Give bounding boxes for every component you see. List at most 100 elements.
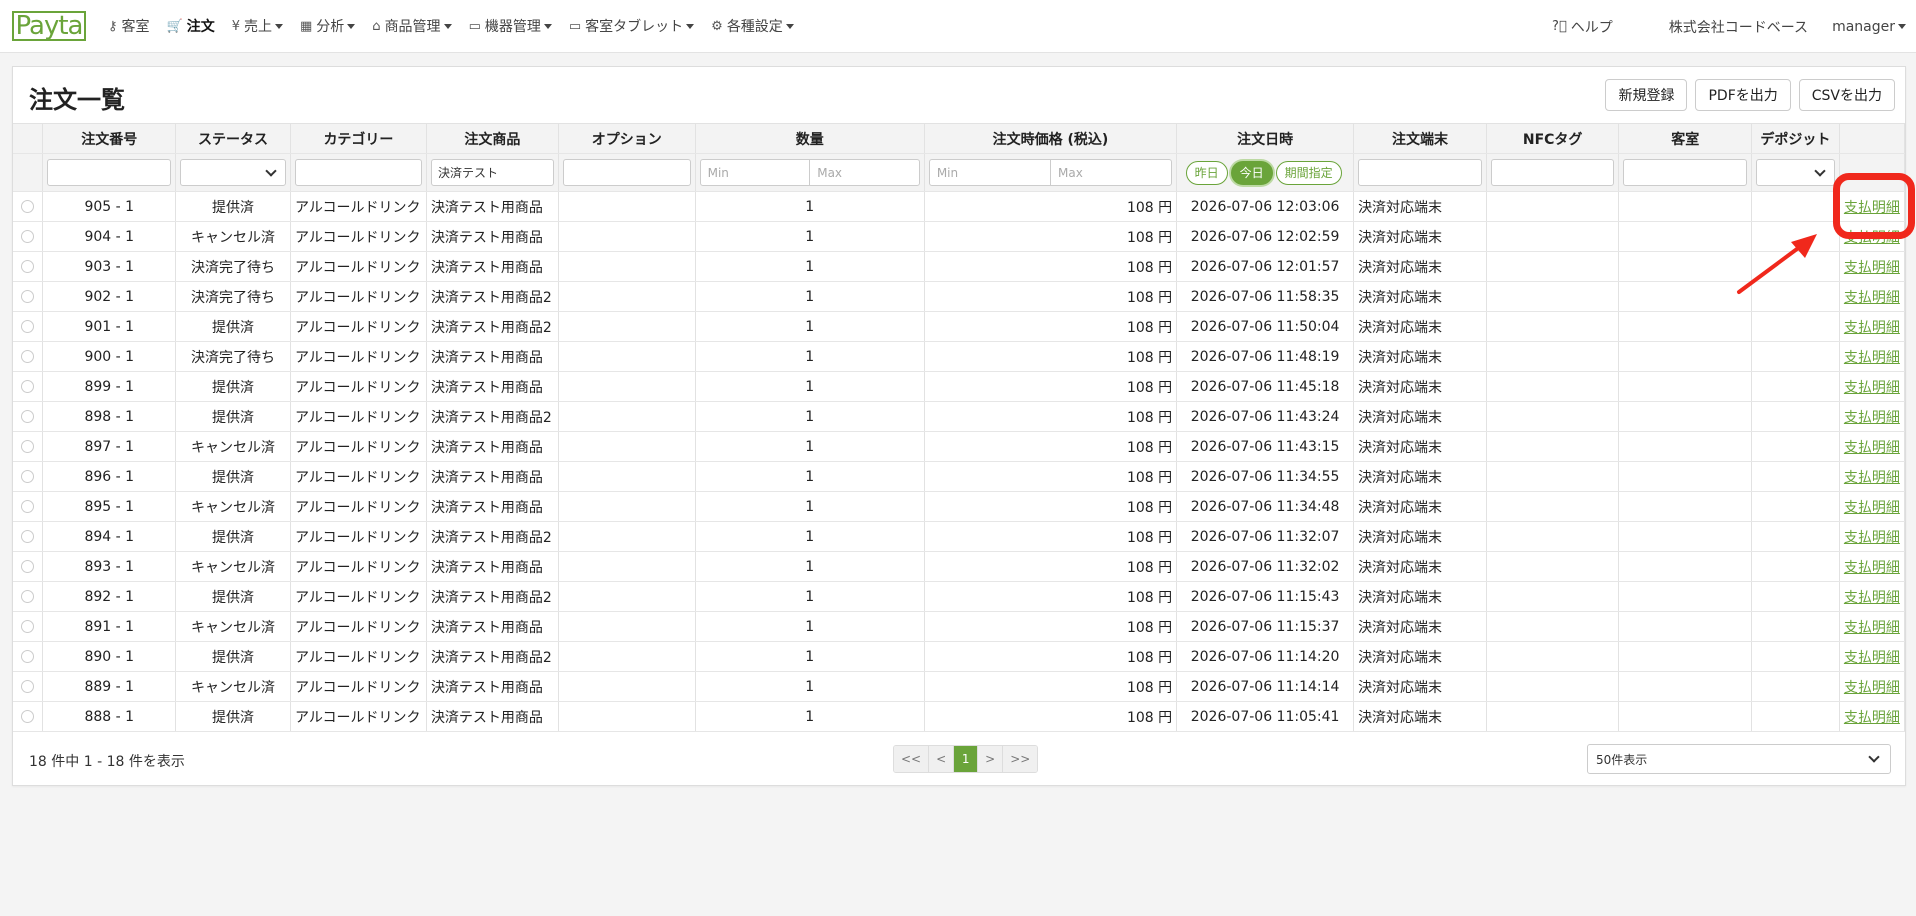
cell-no: 888 - 1 — [42, 701, 177, 732]
payment-detail-link[interactable]: 支払明細 — [1844, 260, 1900, 276]
price-range-filter[interactable]: Min Max — [928, 159, 1173, 186]
table-row[interactable]: 891 - 1 キャンセル済 アルコールドリンク 決済テスト用商品 1 108 円 2026… — [13, 611, 1906, 642]
nav-item-3[interactable]: ▦ 分析 — [300, 16, 356, 36]
payta-logo[interactable]: Payta — [12, 11, 86, 41]
payment-detail-link[interactable]: 支払明細 — [1844, 590, 1900, 606]
row-radio[interactable] — [21, 380, 35, 393]
row-radio[interactable] — [21, 410, 35, 423]
export-pdf-button[interactable]: PDFを出力 — [1695, 79, 1791, 111]
yesterday-pill[interactable]: 昨日 — [1185, 160, 1228, 185]
payment-detail-link[interactable]: 支払明細 — [1844, 500, 1900, 516]
payment-detail-link[interactable]: 支払明細 — [1844, 440, 1900, 456]
payment-detail-link[interactable]: 支払明細 — [1844, 320, 1900, 336]
nav-right: ?⃝ ヘルプ 株式会社コードベース manager — [1552, 0, 1916, 53]
payment-detail-link[interactable]: 支払明細 — [1844, 350, 1900, 366]
cell-term: 決済対応端末 — [1353, 431, 1487, 462]
row-radio[interactable] — [21, 500, 35, 513]
payment-detail-link[interactable]: 支払明細 — [1844, 380, 1900, 396]
table-row[interactable]: 892 - 1 提供済 アルコールドリンク 決済テスト用商品2 1 108 円 2026-0… — [13, 581, 1906, 612]
table-row[interactable]: 903 - 1 決済完了待ち アルコールドリンク 決済テスト用商品 1 108 円 2026… — [13, 251, 1906, 282]
export-csv-button[interactable]: CSVを出力 — [1798, 79, 1895, 111]
row-radio[interactable] — [21, 200, 35, 213]
price-min[interactable]: Min — [930, 160, 1050, 185]
today-pill[interactable]: 今日 — [1230, 160, 1273, 185]
cell-price: 108 円 — [924, 341, 1178, 372]
row-radio[interactable] — [21, 470, 35, 483]
cell-cat: アルコールドリンク — [290, 581, 427, 612]
payment-detail-link[interactable]: 支払明細 — [1844, 560, 1900, 576]
price-max[interactable]: Max — [1049, 160, 1171, 185]
payment-detail-link[interactable]: 支払明細 — [1844, 620, 1900, 636]
nav-item-2[interactable]: ¥ 売上 — [232, 16, 283, 36]
page-button[interactable]: < — [929, 746, 955, 772]
table-row[interactable]: 905 - 1 提供済 アルコールドリンク 決済テスト用商品 1 108 円 2026-07… — [13, 191, 1906, 222]
row-radio[interactable] — [21, 680, 35, 693]
date-range-pill[interactable]: 期間指定 — [1275, 160, 1342, 185]
quantity-max[interactable]: Max — [809, 160, 919, 185]
product-filter[interactable]: 決済テスト — [430, 159, 554, 186]
nav-item-7[interactable]: ⚙ 各種設定 — [711, 16, 794, 36]
nav-item-6[interactable]: ▭ 客室タブレット — [569, 16, 695, 36]
deposit-filter[interactable] — [1755, 159, 1835, 186]
row-radio[interactable] — [21, 590, 35, 603]
table-row[interactable]: 890 - 1 提供済 アルコールドリンク 決済テスト用商品2 1 108 円 2026-0… — [13, 641, 1906, 672]
per-page-select[interactable]: 50件表示 — [1587, 744, 1891, 774]
row-radio[interactable] — [21, 710, 35, 723]
table-row[interactable]: 902 - 1 決済完了待ち アルコールドリンク 決済テスト用商品2 1 108 円 202… — [13, 281, 1906, 312]
room-filter[interactable] — [1623, 159, 1747, 186]
payment-detail-link[interactable]: 支払明細 — [1844, 650, 1900, 666]
table-row[interactable]: 888 - 1 提供済 アルコールドリンク 決済テスト用商品 1 108 円 2026-07… — [13, 701, 1906, 732]
table-row[interactable]: 901 - 1 提供済 アルコールドリンク 決済テスト用商品2 1 108 円 2026-0… — [13, 311, 1906, 342]
row-radio[interactable] — [21, 530, 35, 543]
category-filter[interactable] — [294, 159, 422, 186]
table-row[interactable]: 900 - 1 決済完了待ち アルコールドリンク 決済テスト用商品 1 108 円 2026… — [13, 341, 1906, 372]
row-radio[interactable] — [21, 650, 35, 663]
row-radio[interactable] — [21, 620, 35, 633]
row-radio[interactable] — [21, 560, 35, 573]
quantity-min[interactable]: Min — [701, 160, 810, 185]
company-menu[interactable]: 株式会社コードベース — [1669, 17, 1808, 37]
nav-item-4[interactable]: ⌂ 商品管理 — [372, 16, 452, 36]
payment-detail-link[interactable]: 支払明細 — [1844, 710, 1900, 726]
page-button[interactable]: << — [894, 746, 930, 772]
cell-empty — [558, 311, 696, 342]
table-row[interactable]: 893 - 1 キャンセル済 アルコールドリンク 決済テスト用商品 1 108 円 2026… — [13, 551, 1906, 582]
order-no-filter[interactable] — [47, 159, 172, 186]
payment-detail-link[interactable]: 支払明細 — [1844, 290, 1900, 306]
row-radio[interactable] — [21, 440, 35, 453]
help-link[interactable]: ?⃝ ヘルプ — [1552, 17, 1613, 37]
row-radio[interactable] — [21, 320, 35, 333]
new-register-button[interactable]: 新規登録 — [1605, 79, 1688, 111]
user-name: manager — [1832, 18, 1895, 35]
table-row[interactable]: 904 - 1 キャンセル済 アルコールドリンク 決済テスト用商品 1 108 円 2026… — [13, 221, 1906, 252]
table-row[interactable]: 894 - 1 提供済 アルコールドリンク 決済テスト用商品2 1 108 円 2026-0… — [13, 521, 1906, 552]
cell-cat: アルコールドリンク — [290, 431, 427, 462]
table-row[interactable]: 895 - 1 キャンセル済 アルコールドリンク 決済テスト用商品 1 108 円 2026… — [13, 491, 1906, 522]
payment-detail-link[interactable]: 支払明細 — [1844, 470, 1900, 486]
payment-detail-link[interactable]: 支払明細 — [1844, 410, 1900, 426]
nav-item-1[interactable]: 🛒 注文 — [167, 16, 215, 36]
row-radio[interactable] — [21, 230, 35, 243]
row-radio[interactable] — [21, 290, 35, 303]
table-row[interactable]: 898 - 1 提供済 アルコールドリンク 決済テスト用商品2 1 108 円 2026-0… — [13, 401, 1906, 432]
page-button[interactable]: >> — [1003, 746, 1038, 772]
page-button[interactable]: > — [978, 746, 1004, 772]
row-radio[interactable] — [21, 260, 35, 273]
status-filter[interactable] — [180, 159, 286, 186]
nav-item-0[interactable]: ⚷ 客室 — [108, 16, 150, 36]
table-row[interactable]: 897 - 1 キャンセル済 アルコールドリンク 決済テスト用商品 1 108 円 2026… — [13, 431, 1906, 462]
user-menu[interactable]: manager — [1832, 19, 1906, 35]
row-radio[interactable] — [21, 350, 35, 363]
top-navbar: Payta ⚷ 客室 🛒 注文 ¥ 売上 ▦ 分析 ⌂ 商品管理 ▭ 機器管理 ▭ 客室タブレット ⚙ 各種設… — [0, 0, 1916, 53]
option-filter[interactable] — [562, 159, 691, 186]
page-button[interactable]: 1 — [954, 746, 979, 772]
table-row[interactable]: 889 - 1 キャンセル済 アルコールドリンク 決済テスト用商品 1 108 円 2026… — [13, 671, 1906, 702]
payment-detail-link[interactable]: 支払明細 — [1844, 530, 1900, 546]
nav-item-5[interactable]: ▭ 機器管理 — [469, 16, 552, 36]
terminal-filter[interactable] — [1358, 159, 1482, 186]
quantity-range-filter[interactable]: Min Max — [699, 159, 920, 186]
table-row[interactable]: 899 - 1 提供済 アルコールドリンク 決済テスト用商品 1 108 円 2026-07… — [13, 371, 1906, 402]
nfc-filter[interactable] — [1490, 159, 1615, 186]
table-row[interactable]: 896 - 1 提供済 アルコールドリンク 決済テスト用商品 1 108 円 2026-07… — [13, 461, 1906, 492]
payment-detail-link[interactable]: 支払明細 — [1844, 680, 1900, 696]
